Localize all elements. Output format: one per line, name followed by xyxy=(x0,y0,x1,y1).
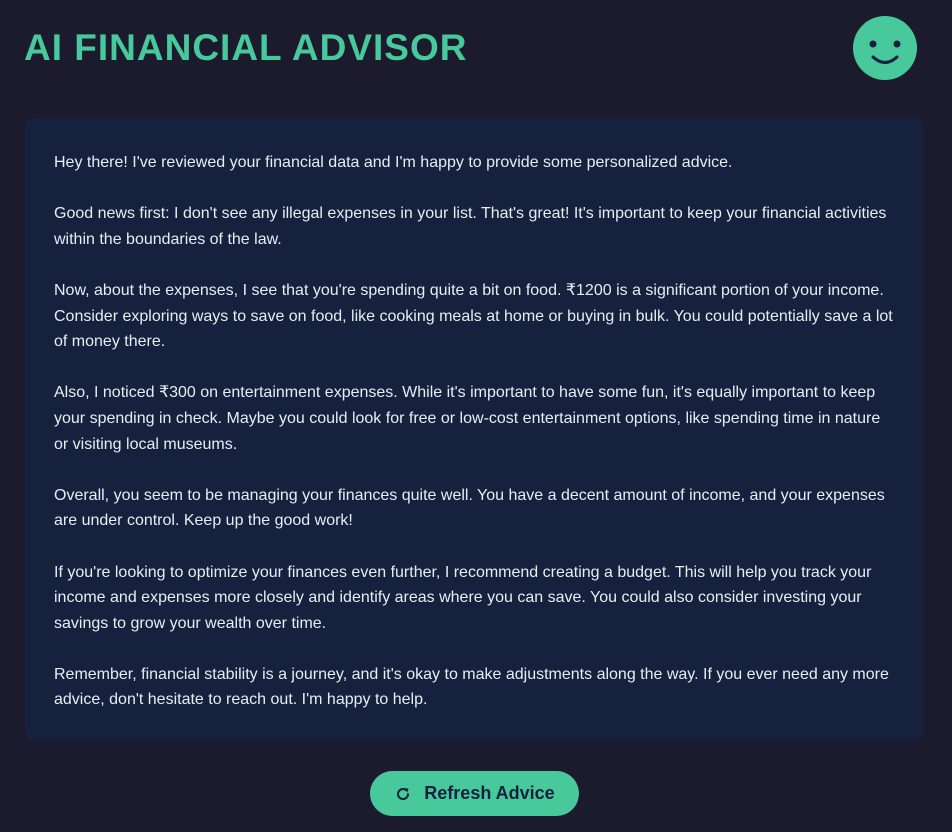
advice-paragraph: Overall, you seem to be managing your fi… xyxy=(54,486,885,530)
advice-paragraph: Good news first: I don't see any illegal… xyxy=(54,205,887,248)
advice-paragraph: Hey there! I've reviewed your financial … xyxy=(54,154,733,171)
smiley-face-icon xyxy=(869,40,901,64)
advice-paragraph: If you're looking to optimize your finan… xyxy=(54,563,872,632)
avatar[interactable] xyxy=(853,16,917,80)
advice-paragraph: Remember, financial stability is a journ… xyxy=(54,665,889,709)
advice-paragraph: Now, about the expenses, I see that you'… xyxy=(54,281,893,351)
advice-paragraph: Also, I noticed ₹300 on entertainment ex… xyxy=(54,384,881,453)
refresh-advice-label: Refresh Advice xyxy=(424,783,555,803)
app-header: AI FINANCIAL ADVISOR xyxy=(0,0,952,100)
page-title: AI FINANCIAL ADVISOR xyxy=(24,27,468,68)
refresh-icon xyxy=(394,785,412,803)
advice-card: Hey there! I've reviewed your financial … xyxy=(25,118,924,741)
refresh-advice-button[interactable]: Refresh Advice xyxy=(370,771,579,816)
